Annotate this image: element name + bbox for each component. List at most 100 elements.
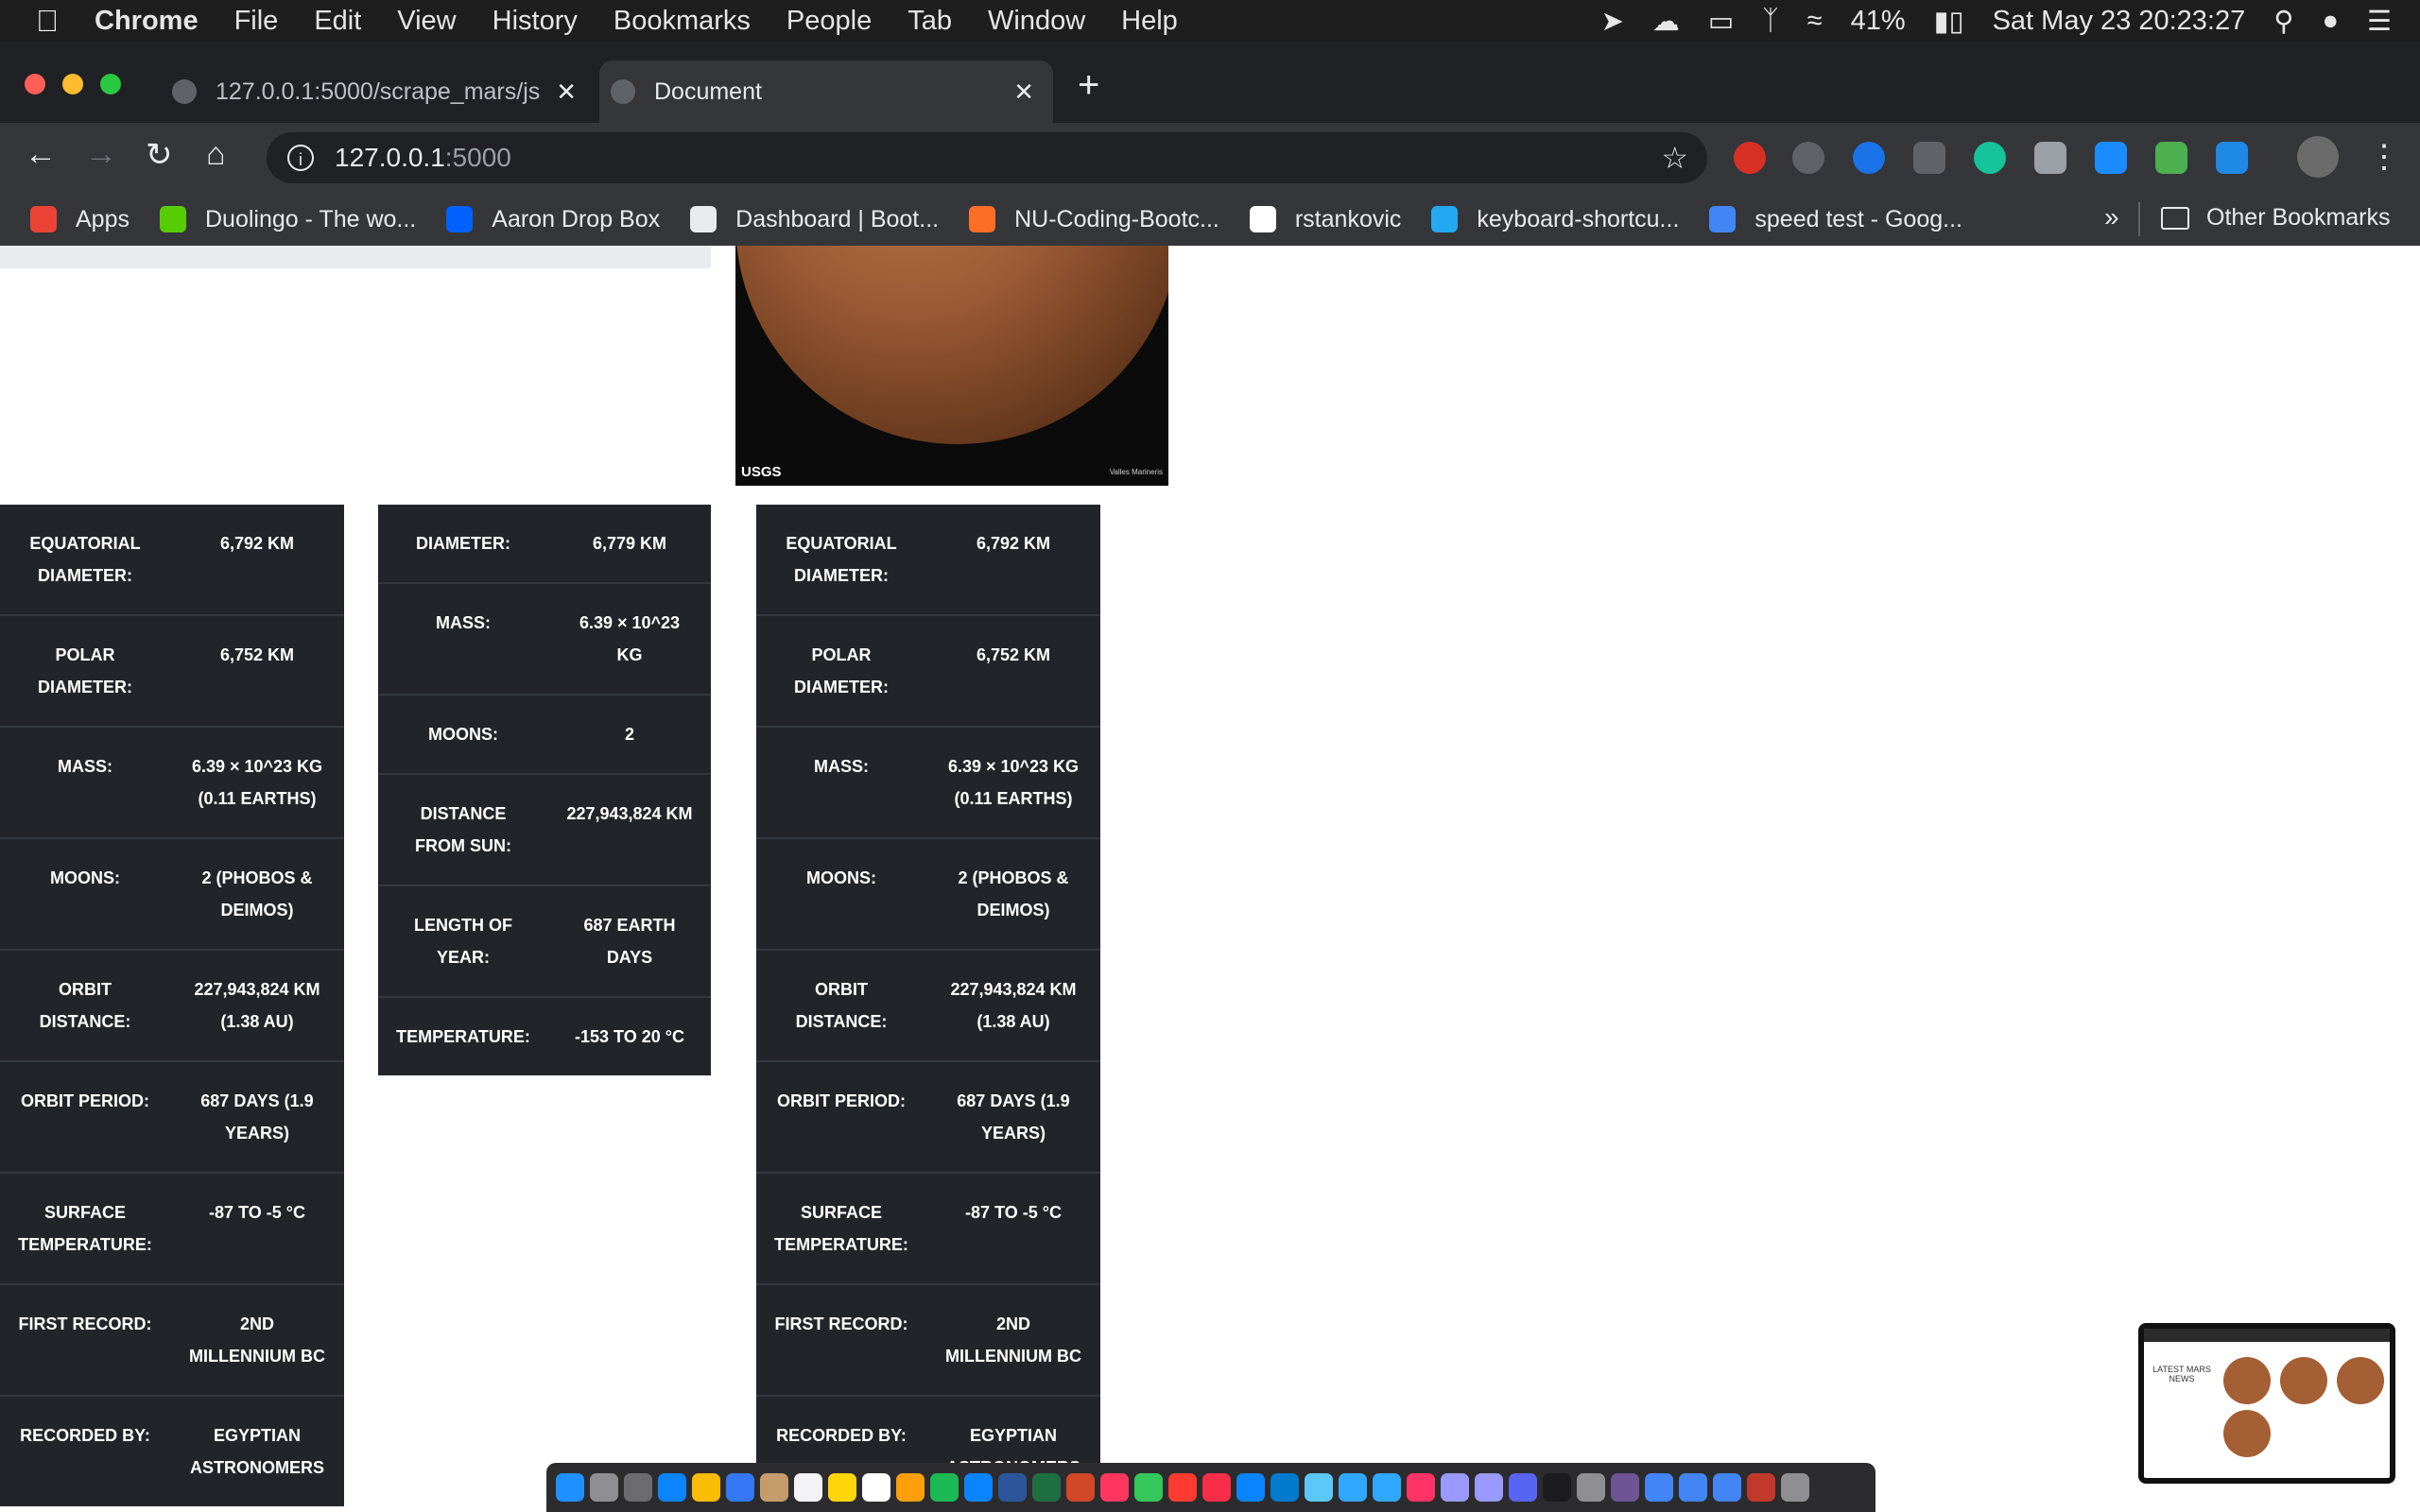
menu-history[interactable]: History xyxy=(493,6,578,37)
fact-row: Equatorial Diameter: 6,792 km xyxy=(756,505,1100,615)
wifi-icon[interactable]: ≈ xyxy=(1807,6,1823,37)
address-bar[interactable]: i 127.0.0.1:5000 ☆ xyxy=(267,132,1707,183)
menu-bookmarks[interactable]: Bookmarks xyxy=(614,6,751,37)
siri-icon[interactable]: ● xyxy=(2322,6,2339,37)
bookmark-extension-icon[interactable] xyxy=(1853,142,1885,174)
dock-app-icon[interactable] xyxy=(1509,1473,1537,1502)
forward-button[interactable]: → xyxy=(85,136,117,173)
dock-app-icon[interactable] xyxy=(1100,1473,1129,1502)
dock-app-icon[interactable] xyxy=(624,1473,652,1502)
dock-app-icon[interactable] xyxy=(1202,1473,1231,1502)
grammarly-icon[interactable] xyxy=(1974,142,2006,174)
checklist-extension-icon[interactable] xyxy=(2155,142,2187,174)
apple-menu-icon[interactable]:  xyxy=(36,4,59,39)
dock-app-icon[interactable] xyxy=(760,1473,788,1502)
dock-app-icon[interactable] xyxy=(1270,1473,1299,1502)
dock-app-icon[interactable] xyxy=(556,1473,584,1502)
dock-app-icon[interactable] xyxy=(1543,1473,1571,1502)
dock-app-icon[interactable] xyxy=(1339,1473,1367,1502)
window-minimize-button[interactable] xyxy=(62,74,83,94)
dock-app-icon[interactable] xyxy=(1747,1473,1775,1502)
window-close-button[interactable] xyxy=(25,74,45,94)
dock-app-icon[interactable] xyxy=(930,1473,959,1502)
fact-row: Orbit Period: 687 days (1.9 years) xyxy=(756,1060,1100,1173)
adblock-plus-icon[interactable] xyxy=(1734,142,1766,174)
menu-people[interactable]: People xyxy=(786,6,872,37)
dock-app-icon[interactable] xyxy=(1168,1473,1197,1502)
bookmark-duolingo[interactable]: Duolingo - The wo... xyxy=(159,206,416,233)
bookmarks-overflow-button[interactable]: » xyxy=(2104,202,2119,232)
skype-icon[interactable] xyxy=(1792,142,1824,174)
home-button[interactable]: ⌂ xyxy=(206,136,226,173)
dock-app-icon[interactable] xyxy=(1236,1473,1265,1502)
dock-app-icon[interactable] xyxy=(1679,1473,1707,1502)
dock-app-icon[interactable] xyxy=(896,1473,925,1502)
menu-edit[interactable]: Edit xyxy=(314,6,361,37)
dock-app-icon[interactable] xyxy=(590,1473,618,1502)
tab-label: 127.0.0.1:5000/scrape_mars/js xyxy=(216,77,541,105)
tab-document[interactable]: Document ✕ xyxy=(599,60,1053,123)
bookmark-apps[interactable]: Apps xyxy=(30,206,130,233)
bluetooth-icon[interactable]: ᛉ xyxy=(1762,6,1778,37)
notification-center-icon[interactable]: ☰ xyxy=(2367,5,2392,38)
bookmark-star-icon[interactable]: ☆ xyxy=(1661,140,1688,176)
other-bookmarks[interactable]: Other Bookmarks xyxy=(2161,204,2391,232)
dock-app-icon[interactable] xyxy=(1645,1473,1673,1502)
extension-icon[interactable] xyxy=(2034,142,2066,174)
dock-app-icon[interactable] xyxy=(862,1473,890,1502)
dock-app-icon[interactable] xyxy=(1441,1473,1469,1502)
dock-app-icon[interactable] xyxy=(1577,1473,1605,1502)
dock-app-icon[interactable] xyxy=(726,1473,754,1502)
dock-app-icon[interactable] xyxy=(692,1473,720,1502)
venmo-icon[interactable] xyxy=(2216,142,2248,174)
creative-cloud-icon[interactable]: ☁ xyxy=(1652,5,1680,38)
menu-file[interactable]: File xyxy=(234,6,279,37)
airplay-icon[interactable]: ▭ xyxy=(1708,5,1734,38)
bookmark-github[interactable]: rstankovic xyxy=(1249,206,1401,233)
dock-app-icon[interactable] xyxy=(1066,1473,1095,1502)
dropbox-icon[interactable] xyxy=(1913,142,1945,174)
icloud-icon[interactable] xyxy=(2095,142,2127,174)
fact-label: Polar Diameter: xyxy=(0,614,170,727)
dock-app-icon[interactable] xyxy=(1475,1473,1503,1502)
reload-button[interactable]: ↻ xyxy=(146,136,173,174)
new-tab-button[interactable]: + xyxy=(1078,64,1099,107)
bookmark-vscode[interactable]: keyboard-shortcu... xyxy=(1431,206,1679,233)
dock-app-icon[interactable] xyxy=(1713,1473,1741,1502)
tab-close-icon[interactable]: ✕ xyxy=(1013,77,1034,107)
back-button[interactable]: ← xyxy=(25,136,57,173)
chrome-menu-icon[interactable]: ⋮ xyxy=(2368,138,2400,176)
dock-app-icon[interactable] xyxy=(1305,1473,1333,1502)
tab-close-icon[interactable]: ✕ xyxy=(556,77,577,107)
menu-help[interactable]: Help xyxy=(1121,6,1178,37)
bookmark-dashboard[interactable]: Dashboard | Boot... xyxy=(690,206,939,233)
page-preview-thumbnail[interactable]: LATEST MARS NEWS xyxy=(2138,1323,2395,1484)
dock-app-icon[interactable] xyxy=(964,1473,993,1502)
dock-app-icon[interactable] xyxy=(1032,1473,1061,1502)
bookmark-google[interactable]: speed test - Goog... xyxy=(1709,206,1962,233)
dock-app-icon[interactable] xyxy=(1134,1473,1163,1502)
dock-app-icon[interactable] xyxy=(1781,1473,1809,1502)
menu-tab[interactable]: Tab xyxy=(908,6,952,37)
fact-label: Mass: xyxy=(756,726,926,838)
dock-app-icon[interactable] xyxy=(1373,1473,1401,1502)
bookmark-gitlab[interactable]: NU-Coding-Bootc... xyxy=(969,206,1219,233)
dock-app-icon[interactable] xyxy=(1407,1473,1435,1502)
spotlight-search-icon[interactable]: ⚲ xyxy=(2273,5,2293,38)
menu-window[interactable]: Window xyxy=(988,6,1085,37)
dock-app-icon[interactable] xyxy=(1611,1473,1639,1502)
window-zoom-button[interactable] xyxy=(100,74,121,94)
dock-app-icon[interactable] xyxy=(794,1473,822,1502)
location-icon[interactable]: ➤ xyxy=(1601,5,1624,38)
menu-view[interactable]: View xyxy=(397,6,456,37)
clock[interactable]: Sat May 23 20:23:27 xyxy=(1993,6,2246,37)
bookmark-dropbox[interactable]: Aaron Drop Box xyxy=(446,206,660,233)
site-info-icon[interactable]: i xyxy=(287,145,314,171)
dock-app-icon[interactable] xyxy=(998,1473,1027,1502)
profile-avatar[interactable] xyxy=(2297,136,2339,178)
menu-app-name[interactable]: Chrome xyxy=(95,6,199,37)
battery-percent[interactable]: 41% xyxy=(1851,6,1906,37)
dock-app-icon[interactable] xyxy=(828,1473,856,1502)
dock-app-icon[interactable] xyxy=(658,1473,686,1502)
tab-scrape-mars[interactable]: 127.0.0.1:5000/scrape_mars/js ✕ xyxy=(161,60,596,123)
